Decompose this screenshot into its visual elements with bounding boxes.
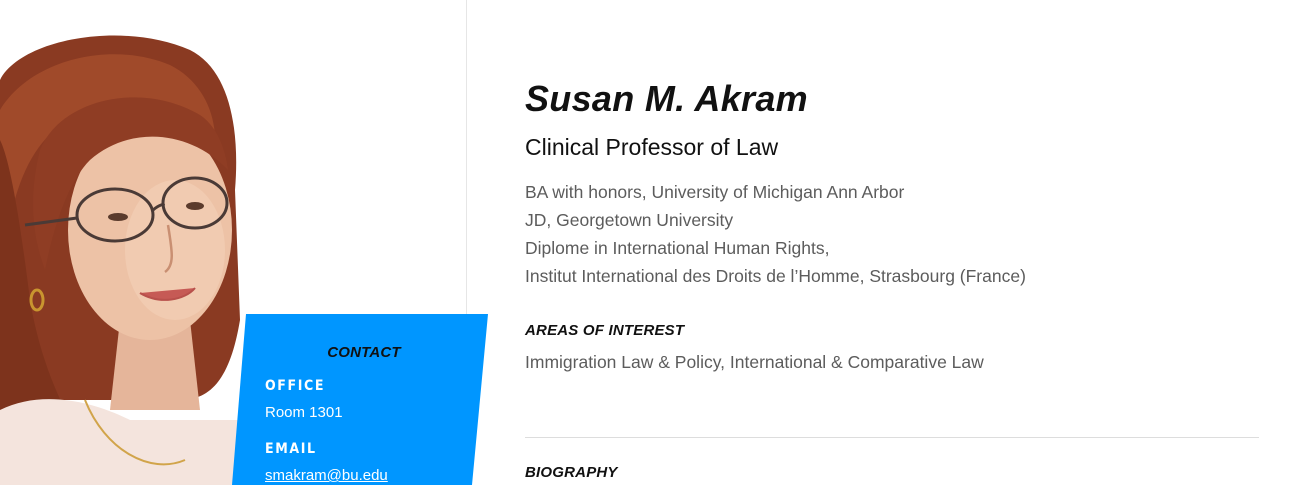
education-item: BA with honors, University of Michigan A… [525,182,905,202]
email-label: EMAIL [265,441,317,457]
education-list: BA with honors, University of Michigan A… [525,178,1026,290]
education-item: JD, Georgetown University [525,210,734,230]
profile-title: Clinical Professor of Law [525,134,779,160]
profile-left-column: CONTACT OFFICE Room 1301 EMAIL smakram@b… [0,0,488,485]
areas-of-interest-text: Immigration Law & Policy, International … [525,352,984,372]
faculty-profile-page: CONTACT OFFICE Room 1301 EMAIL smakram@b… [0,0,1312,485]
section-divider [525,437,1259,438]
contact-heading: CONTACT [327,344,401,361]
areas-of-interest-heading: AREAS OF INTEREST [525,322,685,339]
column-divider [466,0,467,314]
biography-heading: BIOGRAPHY [525,464,618,481]
contact-card: CONTACT OFFICE Room 1301 EMAIL smakram@b… [232,314,488,485]
profile-name: Susan M. Akram [525,78,808,119]
education-item: Institut International des Droits de l’H… [525,266,1026,286]
contact-card-background [232,314,488,485]
education-item: Diplome in International Human Rights, [525,238,830,258]
email-link[interactable]: smakram@bu.edu [265,467,388,484]
office-label: OFFICE [265,378,326,394]
profile-photo [0,35,240,485]
office-value: Room 1301 [265,404,343,421]
